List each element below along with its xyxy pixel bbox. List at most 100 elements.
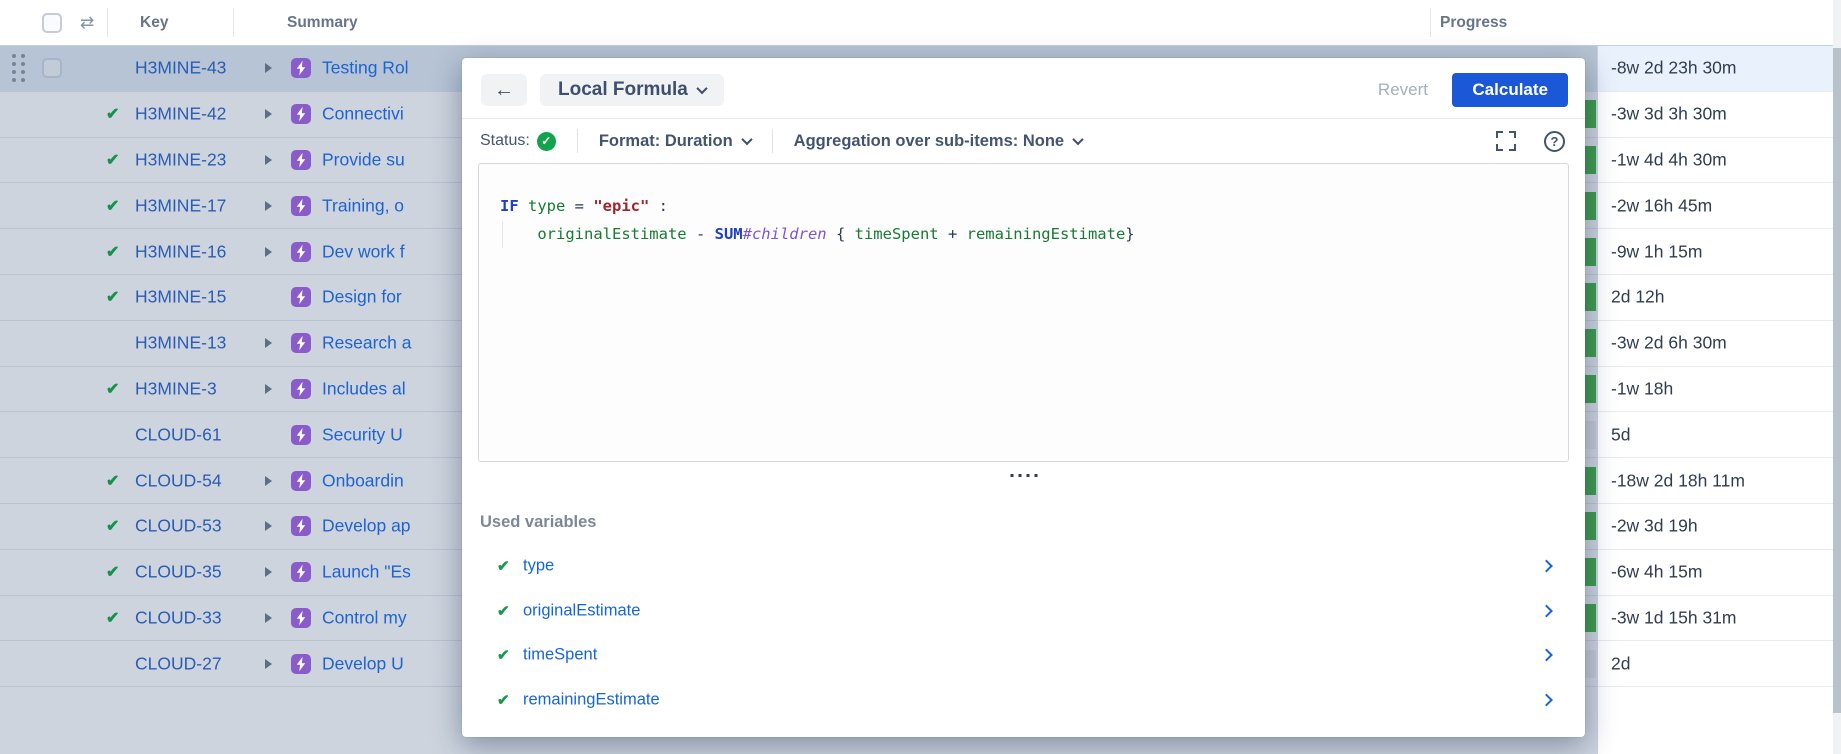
formula-code[interactable]: IF type = "epic" : originalEstimate - SU…: [500, 192, 1135, 248]
issue-key[interactable]: CLOUD-61: [135, 424, 222, 445]
function-cell[interactable]: -1w 4d 4h 30m: [1598, 138, 1833, 184]
column-header-summary[interactable]: Summary: [287, 14, 358, 32]
issue-summary[interactable]: Testing Rol: [322, 58, 409, 79]
used-variable-row[interactable]: ✔ timeSpent: [462, 633, 1585, 678]
issue-summary[interactable]: Connectivi: [322, 104, 404, 125]
table-header: ⇄ Key Summary Progress: [0, 0, 1841, 46]
issue-summary[interactable]: Develop U: [322, 653, 404, 674]
expand-arrow-icon[interactable]: [265, 384, 272, 394]
function-cell[interactable]: -18w 2d 18h 11m: [1598, 458, 1833, 504]
issue-summary[interactable]: Launch "Es: [322, 562, 411, 583]
expand-arrow-icon[interactable]: [265, 201, 272, 211]
function-value: -2w 16h 45m: [1611, 195, 1712, 216]
issue-summary[interactable]: Security U: [322, 424, 403, 445]
function-value: -1w 4d 4h 30m: [1611, 149, 1727, 170]
function-cell[interactable]: -6w 4h 15m: [1598, 550, 1833, 596]
function-cell[interactable]: 2d 12h: [1598, 275, 1833, 321]
function-cell[interactable]: -1w 18h: [1598, 367, 1833, 413]
issue-key[interactable]: CLOUD-35: [135, 562, 222, 583]
issue-summary[interactable]: Design for: [322, 287, 402, 308]
issue-summary[interactable]: Provide su: [322, 149, 405, 170]
used-variable-row[interactable]: ✔ originalEstimate: [462, 589, 1585, 634]
issue-key[interactable]: CLOUD-33: [135, 607, 222, 628]
issue-summary[interactable]: Includes al: [322, 378, 406, 399]
issue-summary[interactable]: Research a: [322, 333, 412, 354]
drag-handle-icon[interactable]: [12, 54, 25, 82]
expand-arrow-icon[interactable]: [265, 613, 272, 623]
swap-columns-icon[interactable]: ⇄: [80, 13, 94, 33]
column-separator[interactable]: [233, 8, 234, 37]
revert-button[interactable]: Revert: [1378, 74, 1428, 106]
check-icon: ✔: [497, 557, 510, 575]
chevron-right-icon[interactable]: [1540, 560, 1553, 573]
status-ok-icon: ✓: [537, 132, 556, 151]
variable-link[interactable]: timeSpent: [523, 646, 597, 665]
formula-code-editor[interactable]: IF type = "epic" : originalEstimate - SU…: [478, 163, 1569, 462]
chevron-down-icon: [741, 134, 752, 145]
panel-resize-handle[interactable]: [1006, 470, 1041, 481]
variable-link[interactable]: type: [523, 557, 554, 576]
chevron-right-icon[interactable]: [1540, 694, 1553, 707]
issue-key[interactable]: H3MINE-15: [135, 287, 226, 308]
issue-key[interactable]: H3MINE-42: [135, 104, 226, 125]
issue-key[interactable]: H3MINE-16: [135, 241, 226, 262]
issue-key[interactable]: CLOUD-54: [135, 470, 222, 491]
issue-key[interactable]: H3MINE-23: [135, 149, 226, 170]
expand-arrow-icon[interactable]: [265, 63, 272, 73]
issue-key[interactable]: H3MINE-3: [135, 378, 217, 399]
done-check-icon: ✔: [106, 242, 119, 262]
scrollbar-thumb[interactable]: [1833, 48, 1841, 713]
fullscreen-icon[interactable]: [1496, 131, 1516, 151]
variable-link[interactable]: originalEstimate: [523, 601, 640, 620]
expand-arrow-icon[interactable]: [265, 521, 272, 531]
expand-arrow-icon[interactable]: [265, 338, 272, 348]
issue-summary[interactable]: Control my: [322, 607, 407, 628]
column-separator[interactable]: [107, 8, 108, 37]
used-variable-row[interactable]: ✔ remainingEstimate: [462, 678, 1585, 723]
issue-key[interactable]: H3MINE-13: [135, 333, 226, 354]
variable-link[interactable]: remainingEstimate: [523, 691, 660, 710]
vertical-scrollbar[interactable]: [1833, 0, 1841, 754]
done-check-icon: ✔: [106, 104, 119, 124]
row-checkbox[interactable]: [42, 58, 62, 78]
chevron-right-icon[interactable]: [1540, 649, 1553, 662]
formula-type-dropdown[interactable]: Local Formula: [540, 74, 724, 106]
calculate-button[interactable]: Calculate: [1452, 73, 1568, 107]
column-separator[interactable]: [1430, 8, 1431, 37]
function-cell[interactable]: -2w 16h 45m: [1598, 183, 1833, 229]
epic-icon: [291, 562, 311, 582]
function-cell[interactable]: -3w 2d 6h 30m: [1598, 321, 1833, 367]
expand-arrow-icon[interactable]: [265, 659, 272, 669]
used-variable-row[interactable]: ✔ type: [462, 544, 1585, 589]
issue-summary[interactable]: Onboardin: [322, 470, 404, 491]
issue-key[interactable]: CLOUD-27: [135, 653, 222, 674]
chevron-right-icon[interactable]: [1540, 605, 1553, 618]
issue-key[interactable]: CLOUD-53: [135, 516, 222, 537]
function-cell[interactable]: 2d: [1598, 641, 1833, 687]
expand-arrow-icon[interactable]: [265, 109, 272, 119]
issue-summary[interactable]: Dev work f: [322, 241, 405, 262]
aggregation-dropdown[interactable]: Aggregation over sub-items: None: [794, 132, 1082, 151]
done-check-icon: ✔: [106, 516, 119, 536]
issue-summary[interactable]: Develop ap: [322, 516, 411, 537]
expand-arrow-icon[interactable]: [265, 247, 272, 257]
issue-key[interactable]: H3MINE-17: [135, 195, 226, 216]
issue-summary[interactable]: Training, o: [322, 195, 404, 216]
back-button[interactable]: ←: [481, 74, 527, 106]
column-header-progress[interactable]: Progress: [1440, 14, 1507, 32]
column-header-key[interactable]: Key: [140, 14, 168, 32]
help-icon[interactable]: ?: [1544, 131, 1565, 152]
expand-arrow-icon[interactable]: [265, 476, 272, 486]
function-cell[interactable]: -3w 1d 15h 31m: [1598, 596, 1833, 642]
function-cell[interactable]: -2w 3d 19h: [1598, 504, 1833, 550]
function-cell[interactable]: -9w 1h 15m: [1598, 229, 1833, 275]
function-cell[interactable]: 5d: [1598, 412, 1833, 458]
format-dropdown[interactable]: Format: Duration: [599, 132, 751, 151]
expand-arrow-icon[interactable]: [265, 567, 272, 577]
issue-key[interactable]: H3MINE-43: [135, 58, 226, 79]
function-cell[interactable]: -3w 3d 3h 30m: [1598, 92, 1833, 138]
expand-arrow-icon[interactable]: [265, 155, 272, 165]
function-value: -6w 4h 15m: [1611, 562, 1702, 583]
select-all-checkbox[interactable]: [42, 13, 62, 33]
function-cell[interactable]: -8w 2d 23h 30m: [1598, 46, 1833, 92]
